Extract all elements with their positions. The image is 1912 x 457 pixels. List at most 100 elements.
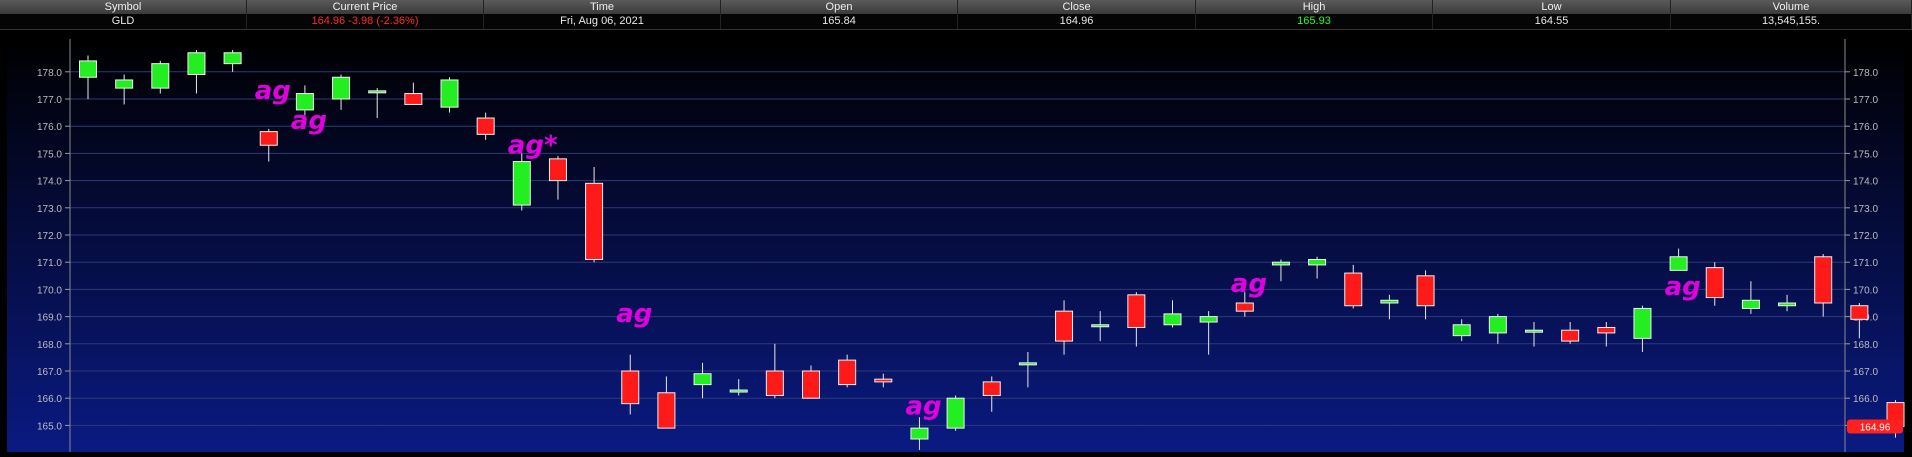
last-price-tag: 164.96 [1847, 419, 1903, 434]
candle-body-down [1850, 305, 1869, 320]
plot-background [7, 39, 1904, 452]
candle-body-up [368, 90, 387, 94]
candle-body-down [874, 378, 893, 383]
candle-body-down [1416, 275, 1435, 307]
header-volume[interactable]: Volume [1671, 0, 1912, 14]
candle-body-up [1488, 316, 1507, 334]
high-value: 165.93 [1196, 14, 1433, 29]
y-tick-label-left: 169.0 [37, 313, 62, 324]
header-time[interactable]: Time [484, 0, 721, 14]
annotation-label: ag [905, 392, 941, 422]
candle-body-up [79, 60, 97, 78]
header-current-price[interactable]: Current Price [247, 0, 484, 14]
y-tick-label-left: 174.0 [37, 177, 62, 188]
candle-body-down [548, 158, 567, 182]
y-tick-label-left: 176.0 [37, 122, 62, 133]
y-tick-label-left: 177.0 [37, 95, 62, 106]
candle-body-up [223, 52, 242, 65]
candle-body-down [1344, 272, 1363, 307]
volume-value: 13,545,155. [1671, 14, 1912, 29]
candle-body-up [946, 397, 965, 429]
candle-body-up [1633, 307, 1652, 339]
candle [440, 77, 459, 113]
candle-body-down [1561, 329, 1580, 342]
candle-body-down [476, 117, 495, 135]
candle-body-up [512, 161, 531, 206]
time-value: Fri, Aug 06, 2021 [484, 14, 721, 29]
candle-body-up [1163, 313, 1182, 326]
header-low[interactable]: Low [1433, 0, 1671, 14]
candle-body-up [440, 79, 459, 108]
y-tick-label-left: 171.0 [37, 258, 62, 269]
candle-body-up [1308, 258, 1327, 266]
candle [946, 395, 965, 431]
candle-body-down [838, 359, 857, 386]
candle-body-down [1705, 267, 1724, 299]
annotation-label: ag [616, 299, 652, 329]
candle-body-up [1018, 362, 1037, 366]
candle-body-up [1669, 256, 1688, 271]
candle-body-down [259, 131, 278, 146]
header-symbol[interactable]: Symbol [0, 0, 247, 14]
header-close[interactable]: Close [958, 0, 1196, 14]
candle-body-up [693, 373, 712, 386]
y-tick-label-right: 178.0 [1853, 68, 1878, 79]
y-tick-label-left: 166.0 [37, 394, 62, 405]
candle-body-down [1055, 310, 1074, 342]
candle-body-up [115, 79, 134, 89]
quote-bar: Symbol Current Price Time Open Close Hig… [0, 0, 1912, 30]
quote-header-row: Symbol Current Price Time Open Close Hig… [0, 0, 1912, 14]
low-value: 164.55 [1433, 14, 1671, 29]
annotation-label: ag [255, 76, 291, 106]
y-tick-label-left: 178.0 [37, 68, 62, 79]
header-open[interactable]: Open [721, 0, 958, 14]
annotation-label: ag [1231, 269, 1267, 299]
quote-data-row: GLD 164.96 -3.98 (-2.36%) Fri, Aug 06, 2… [0, 14, 1912, 30]
chart-area[interactable]: 165.0165.0166.0166.0167.0167.0168.0168.0… [0, 31, 1912, 452]
y-tick-label-left: 168.0 [37, 340, 62, 351]
y-tick-label-right: 177.0 [1853, 95, 1878, 106]
candle-body-up [1091, 324, 1110, 328]
candle-body-down [404, 93, 423, 105]
current-price-value: 164.96 -3.98 (-2.36%) [247, 14, 484, 29]
candle-body-down [802, 370, 820, 399]
y-tick-label-right: 170.0 [1853, 285, 1878, 296]
last-price-tag-text: 164.96 [1860, 422, 1891, 433]
annotation-label: ag [291, 106, 327, 136]
close-value: 164.96 [958, 14, 1196, 29]
candle-body-up [1199, 316, 1218, 323]
candle-body-down [765, 370, 784, 396]
y-tick-label-left: 170.0 [37, 285, 62, 296]
candle-body-down [1235, 302, 1254, 312]
y-tick-label-left: 165.0 [37, 421, 62, 432]
candle-body-down [1597, 326, 1616, 334]
candle-body-up [187, 52, 206, 76]
candle-body-down [1814, 256, 1833, 304]
candle-body-down [1127, 294, 1146, 328]
candle-body-down [982, 381, 1001, 396]
candle [512, 153, 531, 211]
candle-body-up [1380, 299, 1399, 304]
annotation-label: ag [1665, 272, 1701, 302]
y-tick-label-left: 173.0 [37, 204, 62, 215]
y-tick-label-left: 172.0 [37, 231, 62, 242]
candle-body-up [1452, 324, 1471, 337]
y-tick-label-left: 167.0 [37, 367, 62, 378]
y-tick-label-left: 175.0 [37, 149, 62, 160]
y-tick-label-right: 166.0 [1853, 394, 1878, 405]
y-tick-label-right: 173.0 [1853, 204, 1878, 215]
y-tick-label-right: 176.0 [1853, 122, 1878, 133]
candle-body-up [910, 427, 929, 440]
open-value: 165.84 [721, 14, 958, 29]
candlestick-chart[interactable]: 165.0165.0166.0166.0167.0167.0168.0168.0… [0, 31, 1912, 452]
annotation-label: ag* [508, 130, 558, 160]
candle-body-up [1271, 261, 1290, 266]
candle-body-down [585, 182, 604, 260]
header-high[interactable]: High [1196, 0, 1433, 14]
candle-body-up [332, 76, 351, 100]
y-tick-label-right: 167.0 [1853, 367, 1878, 378]
y-tick-label-right: 172.0 [1853, 231, 1878, 242]
candle-body-up [1525, 329, 1543, 333]
candle-body-down [621, 370, 640, 405]
candle-body-down [657, 392, 676, 429]
